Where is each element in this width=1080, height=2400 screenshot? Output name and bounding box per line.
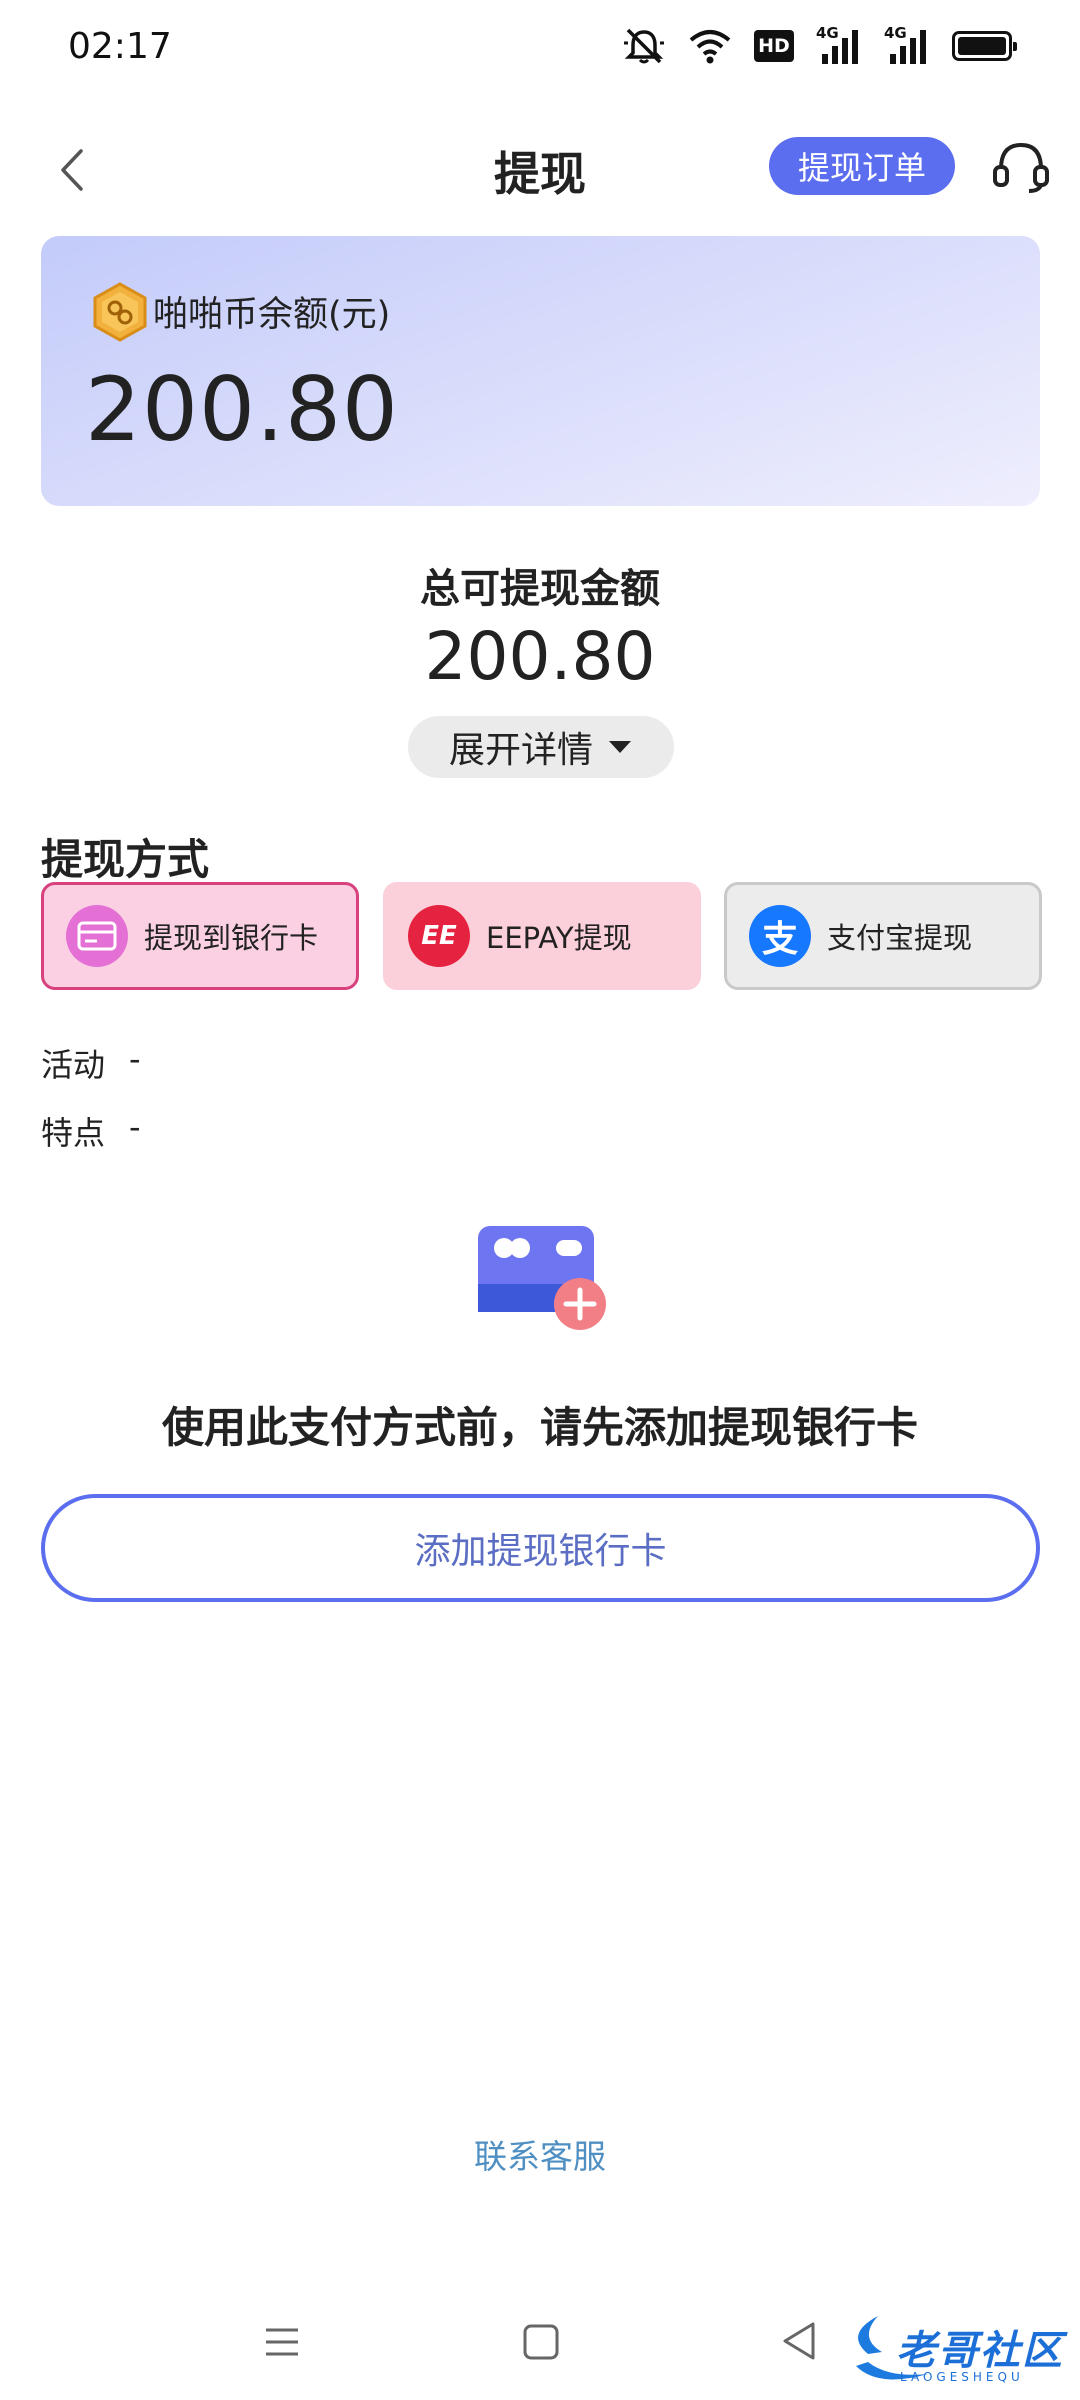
- customer-service-button[interactable]: [986, 132, 1056, 202]
- nav-back-icon[interactable]: [780, 2320, 818, 2362]
- headset-icon: [993, 142, 1049, 193]
- recent-apps-icon[interactable]: [262, 2322, 302, 2362]
- system-nav-bar: 老哥社区 LAOGESHEQU: [0, 2300, 1080, 2400]
- activity-label: 活动: [41, 1046, 106, 1084]
- feature-row: 特点 -: [41, 1108, 141, 1154]
- battery-icon: [952, 31, 1017, 61]
- signal-4g-icon: 4G: [816, 24, 862, 66]
- method-bank-card[interactable]: 提现到银行卡: [41, 882, 359, 990]
- method-alipay[interactable]: 支 支付宝提现: [724, 882, 1042, 990]
- signal-4g-icon: 4G: [884, 24, 930, 66]
- empty-state-message: 使用此支付方式前，请先添加提现银行卡: [161, 1403, 918, 1452]
- add-card-illustration-icon: [478, 1226, 606, 1330]
- hd-label: HD: [758, 35, 790, 57]
- watermark-logo: 老哥社区 LAOGESHEQU: [838, 2304, 1074, 2394]
- wifi-icon: [689, 30, 731, 64]
- status-bar: 02:17 HD 4G 4G: [0, 0, 1080, 96]
- expand-details-button[interactable]: 展开详情: [408, 716, 674, 778]
- method-label: EEPAY提现: [486, 921, 632, 955]
- hd-icon: HD: [754, 30, 794, 62]
- eepay-icon-text: EE: [421, 921, 457, 951]
- network-label: 4G: [884, 24, 907, 42]
- alipay-icon: 支: [749, 905, 811, 967]
- method-eepay[interactable]: EE EEPAY提现: [383, 882, 701, 990]
- watermark-text: 老哥社区: [896, 2328, 1064, 2374]
- eepay-icon: EE: [408, 905, 470, 967]
- total-withdrawable-label: 总可提现金额: [420, 566, 660, 612]
- contact-service-link[interactable]: 联系客服: [0, 2130, 1080, 2178]
- network-label: 4G: [816, 24, 839, 42]
- add-bank-card-button[interactable]: 添加提现银行卡: [41, 1494, 1040, 1602]
- header: 提现 提现订单: [0, 120, 1080, 220]
- total-withdrawable-value: 200.80: [424, 618, 656, 695]
- feature-value: -: [129, 1108, 141, 1146]
- watermark-subtext: LAOGESHEQU: [900, 2370, 1024, 2384]
- balance-card: 啪啪币余额(元) 200.80: [41, 236, 1040, 506]
- feature-label: 特点: [41, 1114, 106, 1152]
- bank-card-icon: [66, 905, 128, 967]
- method-label: 提现到银行卡: [144, 921, 319, 955]
- withdraw-methods-title: 提现方式: [41, 835, 210, 884]
- activity-row: 活动 -: [41, 1040, 141, 1086]
- coin-icon: [93, 282, 147, 342]
- activity-value: -: [129, 1040, 141, 1078]
- status-time: 02:17: [68, 26, 172, 67]
- method-label: 支付宝提现: [827, 921, 973, 955]
- balance-label: 啪啪币余额(元): [153, 295, 391, 335]
- mute-icon: [624, 28, 664, 64]
- caret-down-icon: [609, 741, 631, 753]
- home-icon[interactable]: [522, 2322, 560, 2362]
- status-icons: HD 4G 4G: [622, 24, 1017, 68]
- balance-value: 200.80: [85, 358, 399, 461]
- withdraw-orders-button[interactable]: 提现订单: [769, 137, 955, 195]
- alipay-icon-text: 支: [761, 919, 798, 960]
- expand-details-label: 展开详情: [448, 730, 593, 771]
